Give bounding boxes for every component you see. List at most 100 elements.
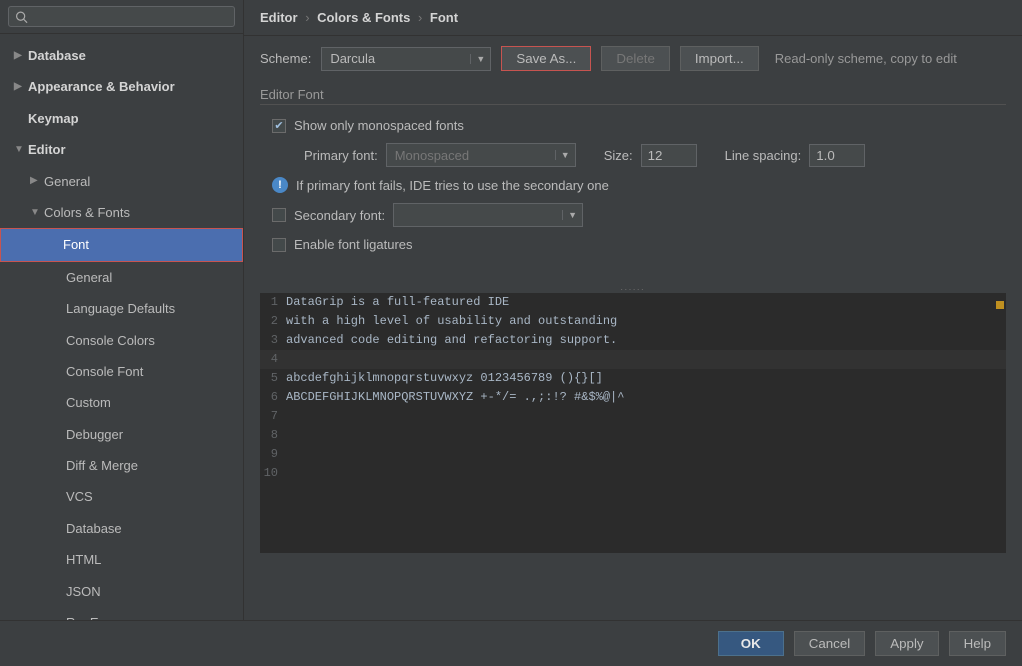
preview-text: with a high level of usability and outst…: [286, 312, 617, 331]
editor-font-section-label: Editor Font: [244, 87, 1022, 104]
tree-item-console-colors[interactable]: Console Colors: [0, 325, 243, 356]
chevron-down-icon: ▼: [562, 210, 582, 220]
gutter-line-number: 5: [260, 369, 286, 388]
ligatures-checkbox[interactable]: [272, 238, 286, 252]
tree-item-colors-fonts[interactable]: ▼Colors & Fonts: [0, 197, 243, 228]
preview-text: ABCDEFGHIJKLMNOPQRSTUVWXYZ +-*/= .,;:!? …: [286, 388, 624, 407]
secondary-font-label: Secondary font:: [294, 208, 385, 223]
ok-button[interactable]: OK: [718, 631, 784, 656]
cancel-button[interactable]: Cancel: [794, 631, 866, 656]
preview-wrap: ∷∷∷ 1DataGrip is a full-featured IDE 2wi…: [260, 287, 1006, 608]
size-input[interactable]: [641, 144, 697, 167]
ligatures-label: Enable font ligatures: [294, 237, 413, 252]
font-preview-editor[interactable]: 1DataGrip is a full-featured IDE 2with a…: [260, 293, 1006, 553]
tree-item-appearance[interactable]: ▶Appearance & Behavior: [0, 71, 243, 102]
tree-label: VCS: [66, 485, 93, 508]
tree-item-debugger[interactable]: Debugger: [0, 419, 243, 450]
ligatures-row: Enable font ligatures: [244, 232, 1022, 257]
secondary-font-checkbox[interactable]: [272, 208, 286, 222]
tree-item-lang-defaults[interactable]: Language Defaults: [0, 293, 243, 324]
search-input[interactable]: [32, 9, 228, 24]
tree-item-general2[interactable]: General: [0, 262, 243, 293]
secondary-font-combo: ▼: [393, 203, 583, 227]
tree-label: Console Colors: [66, 329, 155, 352]
tree-item-vcs[interactable]: VCS: [0, 481, 243, 512]
gutter-line-number: 6: [260, 388, 286, 407]
apply-button[interactable]: Apply: [875, 631, 938, 656]
tree-label: Appearance & Behavior: [28, 75, 175, 98]
preview-text: advanced code editing and refactoring su…: [286, 331, 617, 350]
search-bar: [0, 0, 243, 34]
settings-content: Editor › Colors & Fonts › Font Scheme: D…: [244, 0, 1022, 620]
tree-item-console-font[interactable]: Console Font: [0, 356, 243, 387]
divider: [260, 104, 1006, 105]
tree-item-font[interactable]: Font: [0, 228, 243, 261]
line-spacing-input[interactable]: [809, 144, 865, 167]
save-as-button[interactable]: Save As...: [501, 46, 591, 71]
tree-label: Custom: [66, 391, 111, 414]
breadcrumb-part: Colors & Fonts: [317, 10, 410, 25]
show-mono-label: Show only monospaced fonts: [294, 118, 464, 133]
tree-item-database2[interactable]: Database: [0, 513, 243, 544]
search-icon: [15, 10, 28, 24]
tree-item-custom[interactable]: Custom: [0, 387, 243, 418]
delete-button: Delete: [601, 46, 670, 71]
tree-label: Console Font: [66, 360, 143, 383]
dialog-buttons: OK Cancel Apply Help: [0, 620, 1022, 666]
gutter-line-number: 4: [260, 350, 286, 369]
tree-label: Colors & Fonts: [44, 201, 130, 224]
line-spacing-label: Line spacing:: [725, 148, 802, 163]
info-icon: !: [272, 177, 288, 193]
primary-font-combo[interactable]: Monospaced ▼: [386, 143, 576, 167]
import-button[interactable]: Import...: [680, 46, 759, 71]
scheme-value: Darcula: [322, 51, 470, 66]
chevron-right-icon: ›: [305, 10, 309, 25]
search-wrapper[interactable]: [8, 6, 235, 27]
settings-tree: ▶Database ▶Appearance & Behavior Keymap …: [0, 34, 243, 620]
size-label: Size:: [604, 148, 633, 163]
chevron-right-icon: ▶: [30, 172, 44, 190]
tree-item-database[interactable]: ▶Database: [0, 40, 243, 71]
tree-item-html[interactable]: HTML: [0, 544, 243, 575]
scheme-label: Scheme:: [260, 51, 311, 66]
gutter-line-number: 1: [260, 293, 286, 312]
tree-label: General: [44, 170, 90, 193]
tree-label: Font: [63, 233, 89, 256]
show-mono-row: ✔ Show only monospaced fonts: [244, 113, 1022, 138]
gutter-line-number: 8: [260, 426, 286, 445]
help-button[interactable]: Help: [949, 631, 1006, 656]
tree-item-regexp[interactable]: RegExp: [0, 607, 243, 620]
primary-font-row: Primary font: Monospaced ▼ Size: Line sp…: [244, 138, 1022, 172]
breadcrumb: Editor › Colors & Fonts › Font: [244, 0, 1022, 36]
chevron-down-icon: ▼: [14, 141, 28, 159]
tree-label: Database: [66, 517, 122, 540]
tree-item-general[interactable]: ▶General: [0, 166, 243, 197]
tree-label: JSON: [66, 580, 101, 603]
scheme-combo[interactable]: Darcula ▼: [321, 47, 491, 71]
gutter-line-number: 2: [260, 312, 286, 331]
breadcrumb-part: Editor: [260, 10, 298, 25]
tree-item-editor[interactable]: ▼Editor: [0, 134, 243, 165]
fallback-info-label: If primary font fails, IDE tries to use …: [296, 178, 609, 193]
show-mono-checkbox[interactable]: ✔: [272, 119, 286, 133]
chevron-down-icon: ▼: [30, 204, 44, 222]
settings-sidebar: ▶Database ▶Appearance & Behavior Keymap …: [0, 0, 244, 620]
primary-font-value: Monospaced: [387, 148, 555, 163]
chevron-right-icon: ▶: [14, 47, 28, 65]
chevron-down-icon: ▼: [470, 54, 490, 64]
warning-marker-icon: [996, 301, 1004, 309]
chevron-down-icon: ▼: [555, 150, 575, 160]
preview-text: abcdefghijklmnopqrstuvwxyz 0123456789 ()…: [286, 369, 603, 388]
tree-item-keymap[interactable]: Keymap: [0, 103, 243, 134]
breadcrumb-part: Font: [430, 10, 458, 25]
tree-label: Language Defaults: [66, 297, 175, 320]
gutter-line-number: 9: [260, 445, 286, 464]
gutter-line-number: 10: [260, 464, 286, 483]
tree-label: RegExp: [66, 611, 112, 620]
tree-item-diff-merge[interactable]: Diff & Merge: [0, 450, 243, 481]
chevron-right-icon: ▶: [14, 78, 28, 96]
fallback-info-row: ! If primary font fails, IDE tries to us…: [244, 172, 1022, 198]
tree-item-json[interactable]: JSON: [0, 576, 243, 607]
primary-font-label: Primary font:: [304, 148, 378, 163]
tree-label: Debugger: [66, 423, 123, 446]
